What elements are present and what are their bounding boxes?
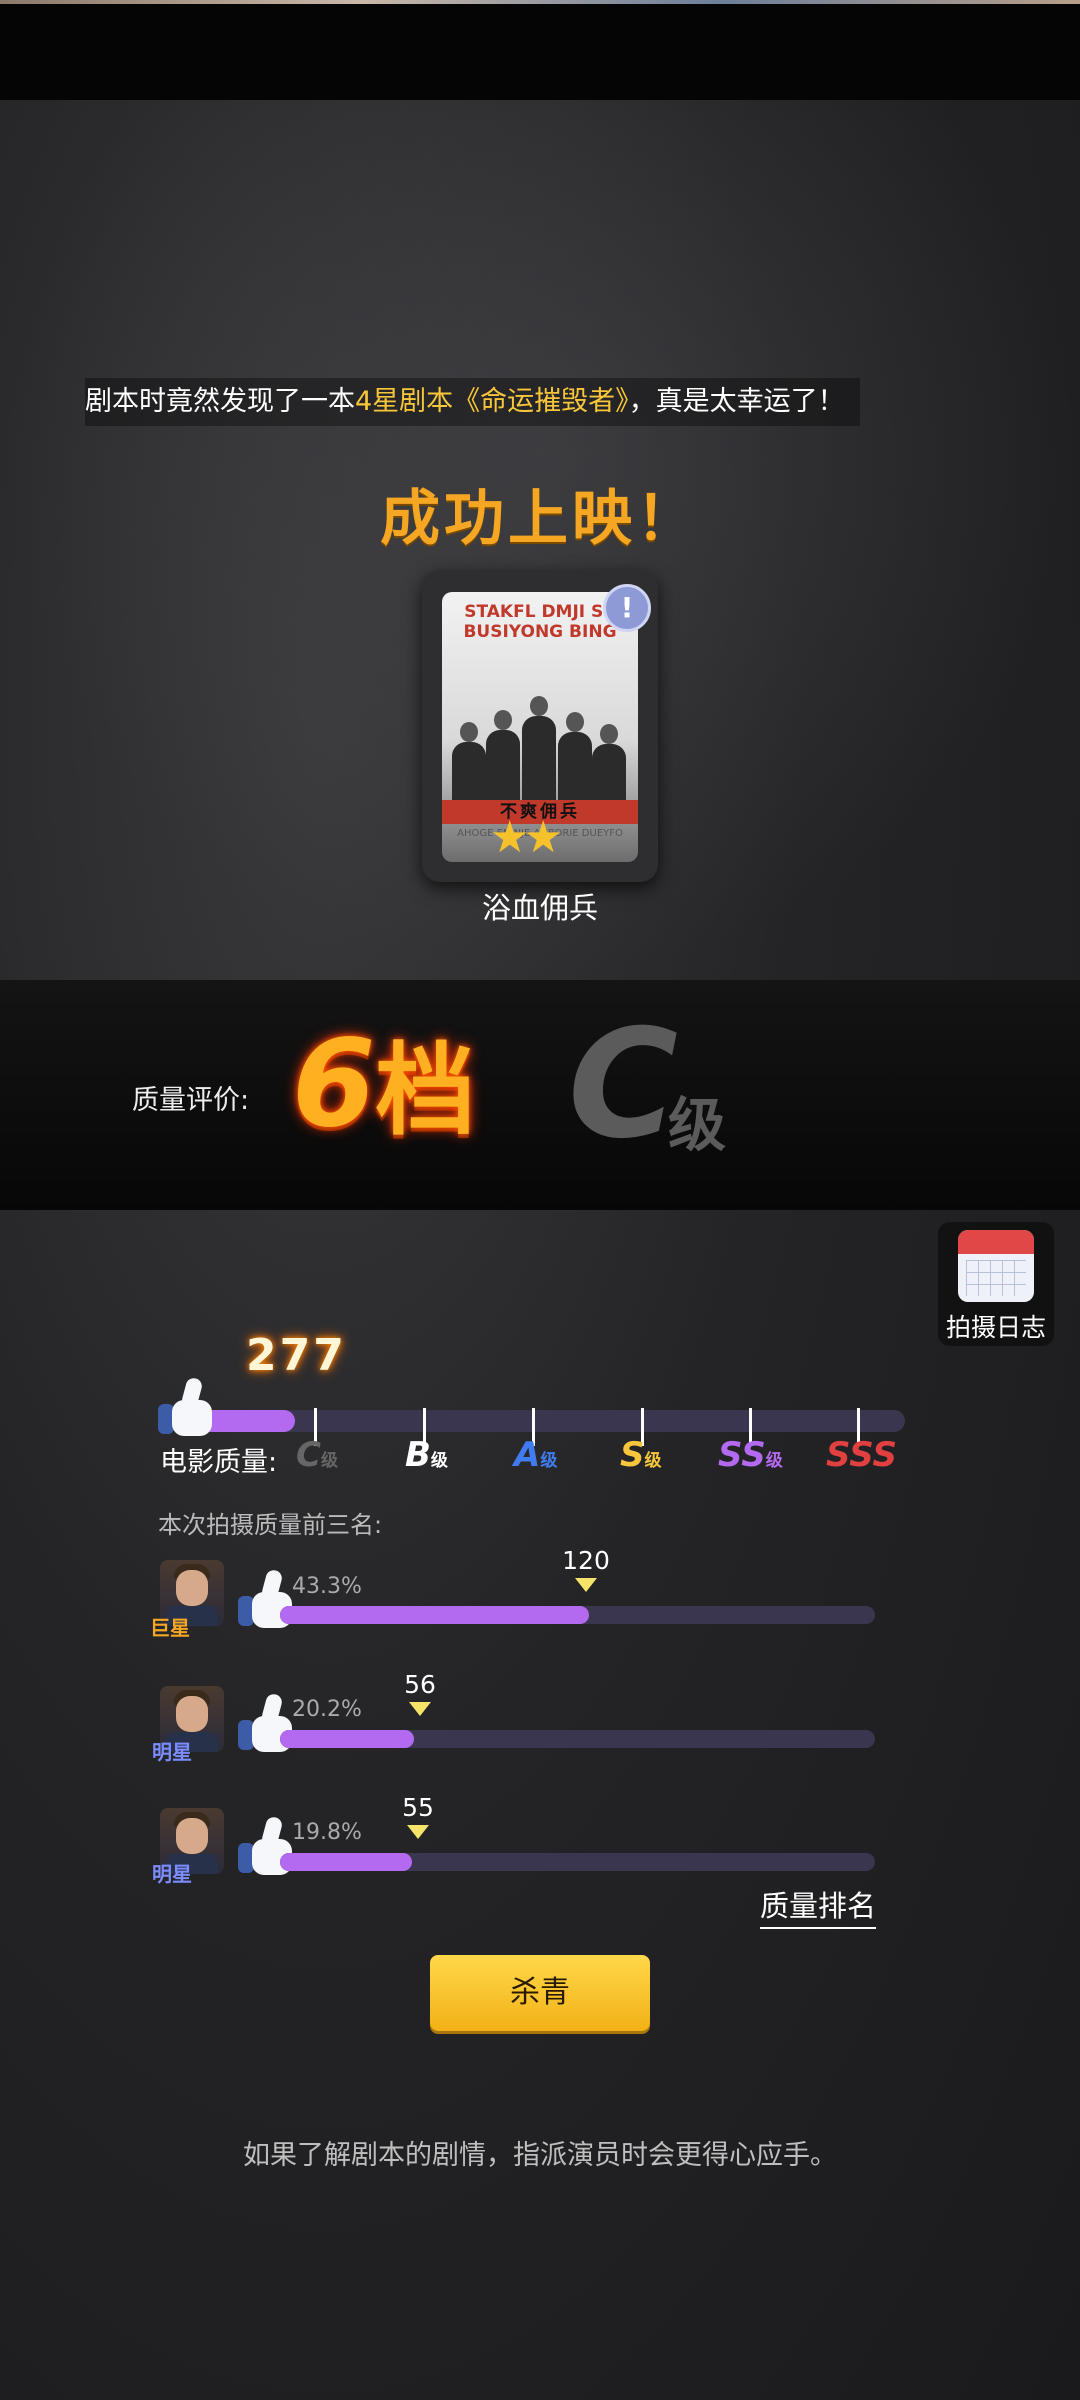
movie-quality-label: 电影质量: bbox=[160, 1447, 278, 1478]
banner-prefix: 剧本时竟然发现了一本 bbox=[85, 386, 355, 417]
hint-text: 如果了解剧本的剧情，指派演员时会更得心应手。 bbox=[243, 2140, 837, 2171]
shooting-log-button[interactable]: 拍摄日志 bbox=[938, 1222, 1054, 1346]
score-marker-icon bbox=[407, 1825, 429, 1839]
tier-unit: 档 bbox=[375, 1032, 476, 1149]
score-marker-icon bbox=[409, 1702, 431, 1716]
actor-bar-fill bbox=[280, 1730, 415, 1748]
grade-unit: 级 bbox=[668, 1091, 727, 1159]
thumbs-up-icon bbox=[158, 1376, 216, 1436]
release-title: 成功上映！ bbox=[380, 484, 700, 554]
grade-letter: C bbox=[568, 998, 679, 1172]
banner-suffix: ，真是太幸运了！ bbox=[628, 386, 845, 417]
news-banner: 剧本时竟然发现了一本4星剧本《命运摧毁者》，真是太幸运了！ bbox=[85, 378, 860, 426]
actor-bar-track bbox=[280, 1606, 875, 1624]
quality-score: 277 bbox=[246, 1330, 347, 1381]
actor-role-badge: 巨星 bbox=[150, 1616, 190, 1640]
actor-percent: 20.2% bbox=[292, 1697, 362, 1722]
quality-ranking-link[interactable]: 质量排名 bbox=[760, 1883, 877, 1929]
actor-bar-fill bbox=[280, 1853, 413, 1871]
score-marker-icon bbox=[575, 1578, 597, 1592]
grade-label-c: C级 bbox=[296, 1435, 338, 1475]
grade-label-sss: SSS bbox=[826, 1435, 898, 1475]
shooting-log-label: 拍摄日志 bbox=[945, 1313, 1046, 1342]
grade-label-b: B级 bbox=[405, 1435, 448, 1475]
grade-label-s: S级 bbox=[620, 1435, 662, 1475]
star-rating-icon: ★★ bbox=[490, 812, 563, 863]
top3-label: 本次拍摄质量前三名: bbox=[158, 1511, 383, 1539]
tier-number: 6 bbox=[292, 1015, 376, 1154]
info-icon[interactable]: ! bbox=[603, 584, 651, 632]
actor-bar-fill bbox=[280, 1606, 590, 1624]
actor-bar-track bbox=[280, 1730, 875, 1748]
actor-bar-track bbox=[280, 1853, 875, 1871]
actor-score: 55 bbox=[402, 1793, 434, 1822]
actor-score: 120 bbox=[562, 1546, 610, 1575]
grade-label-a: A级 bbox=[514, 1435, 558, 1475]
actor-score: 56 bbox=[404, 1670, 436, 1699]
movie-name: 浴血佣兵 bbox=[481, 891, 598, 925]
banner-highlight: 4星剧本《命运摧毁者》 bbox=[355, 386, 629, 417]
actor-role-badge: 明星 bbox=[152, 1862, 192, 1886]
actor-role-badge: 明星 bbox=[152, 1740, 192, 1764]
poster-figures bbox=[452, 696, 628, 812]
top-image-strip bbox=[0, 0, 1080, 4]
status-bar bbox=[0, 0, 1080, 100]
actor-percent: 19.8% bbox=[292, 1820, 362, 1845]
wrap-up-button[interactable]: 杀青 bbox=[430, 1955, 650, 2031]
tier-value: 6档 bbox=[292, 1015, 476, 1161]
quality-progress-track bbox=[175, 1410, 905, 1432]
rating-label: 质量评价: bbox=[132, 1085, 250, 1116]
actor-percent: 43.3% bbox=[292, 1574, 362, 1599]
calendar-icon bbox=[958, 1230, 1034, 1302]
grade-label-ss: SS级 bbox=[718, 1435, 783, 1475]
